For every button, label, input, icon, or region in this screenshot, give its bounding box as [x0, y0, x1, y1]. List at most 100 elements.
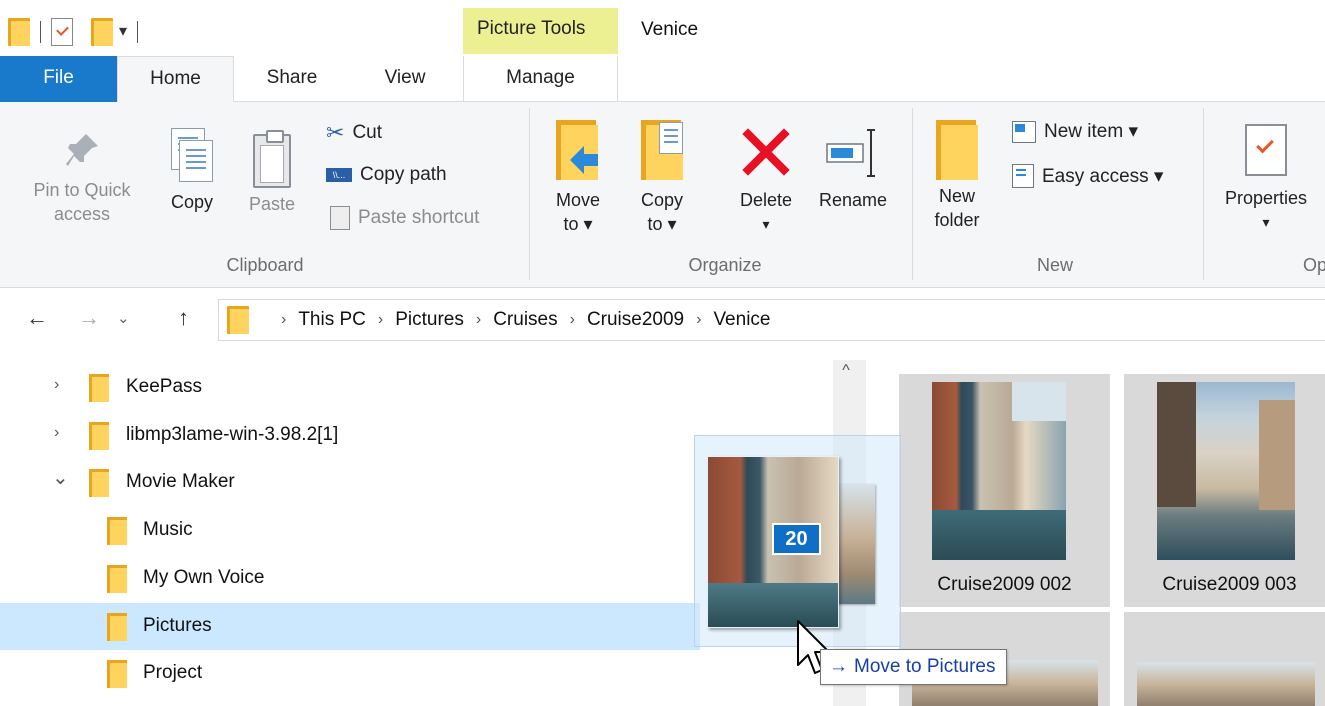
move-to-label-line2: to ▾	[563, 214, 593, 234]
ribbon-divider	[529, 108, 530, 280]
paste-shortcut-icon	[330, 206, 350, 230]
file-name: Cruise2009 003	[1162, 574, 1297, 595]
tab-home[interactable]: Home	[117, 56, 234, 103]
new-item-icon	[1012, 120, 1036, 143]
easy-access-label: Easy access ▾	[1042, 165, 1164, 187]
paste-shortcut-label: Paste shortcut	[358, 207, 480, 228]
breadcrumb-separator-icon[interactable]: ›	[476, 311, 481, 329]
expand-chevron-icon[interactable]: ›	[54, 376, 59, 394]
new-folder-icon[interactable]	[91, 18, 113, 46]
breadcrumb-separator-icon[interactable]: ›	[570, 311, 575, 329]
drag-tooltip: → Move to Pictures	[820, 649, 1007, 685]
copy-to-label-line1: Copy	[640, 190, 684, 210]
new-folder-label-line1: New	[938, 186, 975, 206]
delete-label: Delete	[739, 190, 793, 210]
pin-to-quick-access-button[interactable]: Pin to Quick access	[14, 130, 150, 226]
forward-arrow-icon[interactable]: →	[78, 305, 100, 331]
folder-icon	[107, 613, 127, 641]
ribbon-divider	[1203, 108, 1204, 280]
expand-chevron-icon[interactable]: ›	[54, 424, 59, 442]
move-to-button[interactable]: Move to ▾	[546, 120, 610, 236]
tree-item-label: My Own Voice	[143, 567, 265, 588]
recent-locations-chevron-icon[interactable]: ⌄	[117, 309, 130, 327]
breadcrumb-separator-icon[interactable]: ›	[696, 311, 701, 329]
move-to-label-line1: Move	[555, 190, 600, 210]
folder-icon[interactable]	[8, 18, 30, 46]
delete-button[interactable]: Delete ▾	[728, 120, 804, 236]
ribbon-divider	[912, 108, 913, 280]
new-item-button[interactable]: New item ▾	[1012, 120, 1138, 143]
pin-label-line1: Pin to Quick	[33, 180, 131, 200]
delete-dropdown-icon[interactable]: ▾	[728, 212, 804, 236]
paste-button[interactable]: Paste	[240, 128, 304, 216]
tree-item-label: libmp3lame-win-3.98.2[1]	[126, 424, 339, 445]
properties-icon[interactable]	[51, 18, 73, 46]
folder-icon	[107, 660, 127, 688]
copy-path-button[interactable]: \\... Copy path	[326, 164, 447, 186]
folder-icon	[89, 422, 109, 450]
paste-label: Paste	[248, 194, 296, 214]
ribbon-tabs: File Home Share View Manage	[0, 56, 1325, 103]
pin-label-line2: access	[53, 204, 111, 224]
move-arrow-icon: →	[829, 656, 848, 677]
file-tile[interactable]	[1124, 612, 1325, 706]
copy-path-label: Copy path	[360, 164, 447, 185]
rename-label: Rename	[818, 190, 888, 210]
breadcrumb-separator-icon: ›	[281, 311, 287, 328]
drag-tooltip-text: Move to Pictures	[854, 656, 996, 677]
tree-item-keepass[interactable]: › KeePass	[0, 364, 833, 411]
navigation-bar: ← → ⌄ ↑ › This PC › Pictures › Cruises ›…	[0, 296, 1325, 346]
open-group-label: Op	[1303, 255, 1325, 275]
copy-to-icon	[637, 120, 687, 184]
copy-to-button[interactable]: Copy to ▾	[630, 120, 694, 236]
properties-dropdown-icon[interactable]: ▾	[1210, 210, 1322, 234]
file-tile[interactable]: Cruise2009 002	[899, 374, 1110, 607]
rename-button[interactable]: Rename	[808, 120, 898, 212]
back-arrow-icon[interactable]: ←	[26, 305, 48, 331]
breadcrumb-separator-icon[interactable]: ›	[378, 311, 383, 329]
new-group-label: New	[1036, 255, 1073, 275]
folder-icon	[89, 374, 109, 402]
location-folder-icon	[227, 306, 249, 334]
address-bar[interactable]: › This PC › Pictures › Cruises › Cruise2…	[218, 299, 1325, 341]
breadcrumb-cruise2009[interactable]: Cruise2009	[587, 309, 684, 331]
delete-x-icon	[742, 128, 790, 176]
tree-item-label: KeePass	[126, 376, 203, 397]
properties-label: Properties	[1224, 188, 1308, 208]
ribbon-home: Pin to Quick access Copy Paste ✂ Cut \\.…	[0, 102, 1325, 288]
tab-manage[interactable]: Manage	[463, 56, 618, 102]
breadcrumb-pictures[interactable]: Pictures	[395, 309, 464, 331]
copy-icon	[169, 128, 215, 186]
new-folder-label-line2: folder	[934, 210, 980, 230]
customize-qat-icon[interactable]: ▾	[119, 24, 127, 40]
move-to-icon	[554, 120, 602, 184]
cut-button[interactable]: ✂ Cut	[326, 120, 382, 146]
new-item-label: New item ▾	[1044, 121, 1138, 142]
file-name: Cruise2009 002	[937, 574, 1072, 595]
tree-item-project[interactable]: Project	[0, 650, 833, 697]
rename-icon	[826, 129, 875, 177]
new-folder-button[interactable]: New folder	[922, 120, 992, 232]
breadcrumb-venice[interactable]: Venice	[713, 309, 770, 331]
tab-view[interactable]: View	[355, 56, 455, 102]
collapse-chevron-icon[interactable]: ⌄	[52, 465, 69, 490]
easy-access-icon	[1012, 164, 1034, 188]
new-folder-big-icon	[936, 120, 978, 180]
breadcrumb: › This PC › Pictures › Cruises › Cruise2…	[269, 309, 770, 331]
copy-path-icon: \\...	[326, 168, 352, 182]
file-tile[interactable]: Cruise2009 003	[1124, 374, 1325, 607]
copy-button[interactable]: Copy	[160, 128, 224, 214]
paste-shortcut-button[interactable]: Paste shortcut	[326, 206, 479, 230]
tree-item-label: Pictures	[143, 615, 212, 636]
up-arrow-icon[interactable]: ↑	[178, 305, 189, 331]
breadcrumb-this-pc[interactable]: This PC	[298, 309, 366, 331]
tab-file[interactable]: File	[0, 56, 117, 102]
tab-share[interactable]: Share	[244, 56, 340, 102]
tree-item-pictures[interactable]: Pictures	[0, 603, 700, 650]
quick-access-toolbar: ▾	[8, 14, 142, 50]
photo-thumbnail	[932, 382, 1066, 560]
easy-access-button[interactable]: Easy access ▾	[1012, 164, 1163, 188]
properties-button[interactable]: Properties ▾	[1210, 124, 1322, 234]
paste-icon	[253, 130, 291, 188]
breadcrumb-cruises[interactable]: Cruises	[493, 309, 557, 331]
